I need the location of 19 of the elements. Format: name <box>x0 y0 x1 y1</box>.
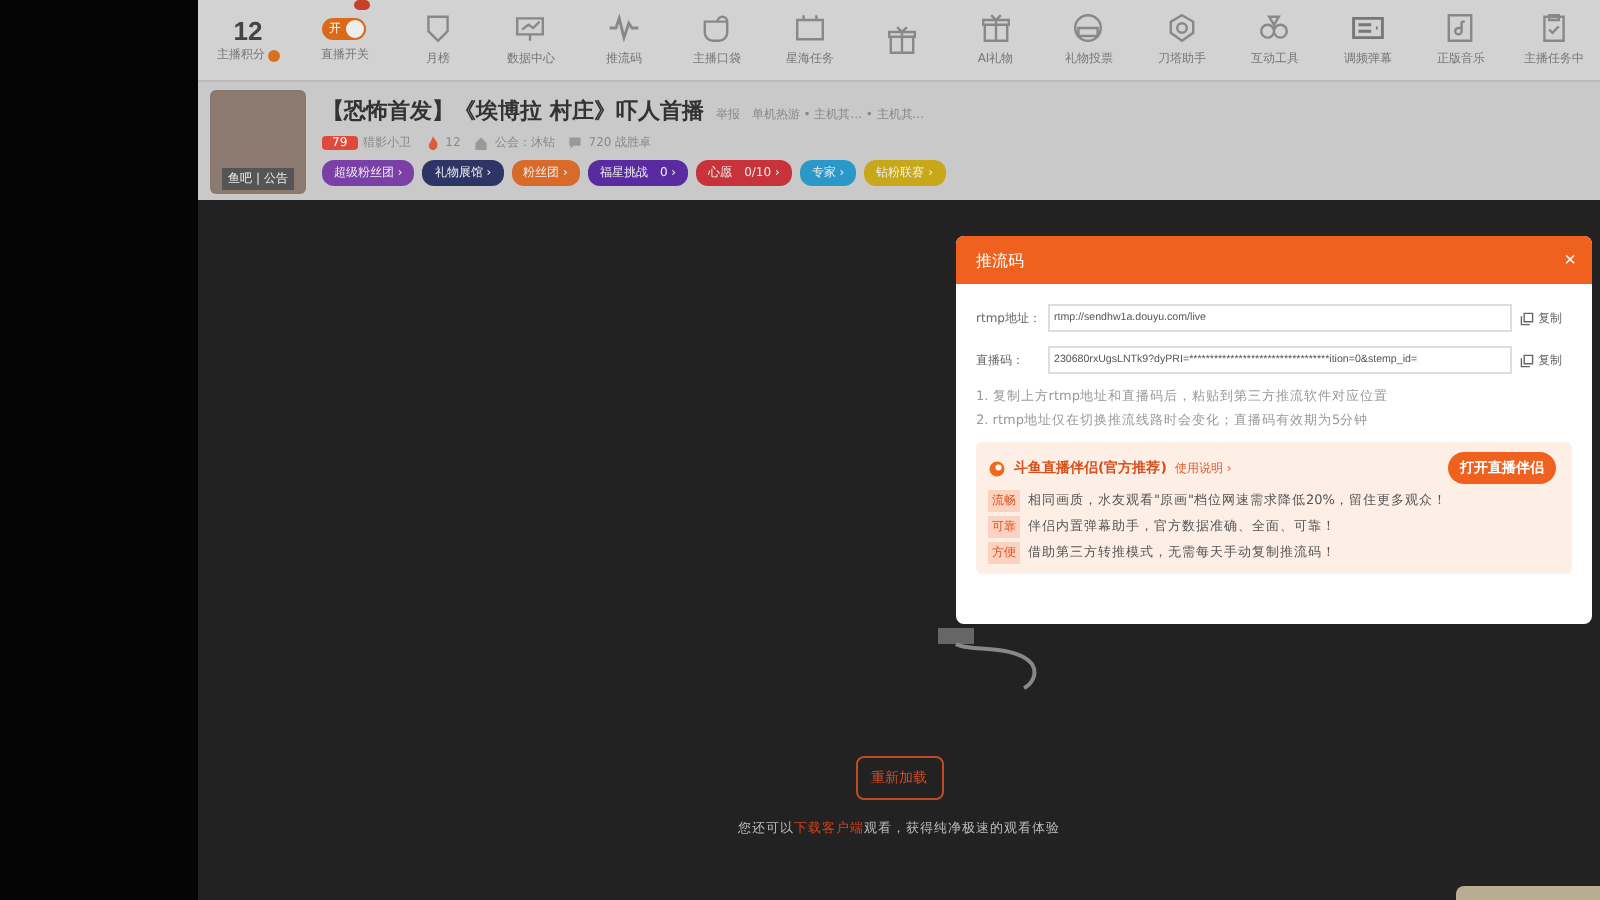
copy-icon <box>1520 353 1534 367</box>
score-value: 12 <box>233 16 263 46</box>
room-title: 【恐怖首发】《埃博拉 村庄》吓人首播 <box>322 96 704 126</box>
corner-panel <box>1456 886 1600 900</box>
shield-icon <box>421 12 454 44</box>
close-button[interactable]: × <box>1564 249 1576 271</box>
house-icon <box>474 136 489 150</box>
dialog-title: 推流码 <box>976 249 1024 271</box>
gift-icon <box>886 24 919 56</box>
waveform-icon <box>607 12 640 44</box>
copy-icon <box>1520 311 1534 325</box>
ai-gift-icon <box>979 12 1012 44</box>
chart-board-icon <box>514 12 547 44</box>
music-note-icon <box>1444 12 1477 44</box>
chat-icon <box>568 136 583 150</box>
clipboard-check-icon <box>1537 12 1570 44</box>
pocket-icon <box>700 12 733 44</box>
flame-icon <box>425 136 440 150</box>
help-icon[interactable] <box>267 49 279 61</box>
